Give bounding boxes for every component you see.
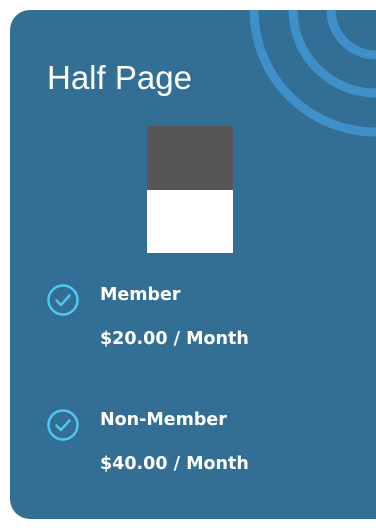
tier-label: Non-Member	[100, 410, 227, 430]
pricing-card: Half Page Member $20.00 / Month Non-Memb…	[10, 10, 376, 519]
tier-price: $20.00 / Month	[100, 329, 249, 349]
preview-filled-half	[147, 126, 233, 190]
half-page-preview	[147, 126, 233, 253]
check-circle-icon	[47, 409, 79, 441]
preview-empty-half	[147, 190, 233, 253]
tier-price: $40.00 / Month	[100, 454, 249, 474]
check-circle-icon	[47, 284, 79, 316]
ad-size-title: Half Page	[47, 59, 192, 96]
tier-label: Member	[100, 285, 181, 305]
